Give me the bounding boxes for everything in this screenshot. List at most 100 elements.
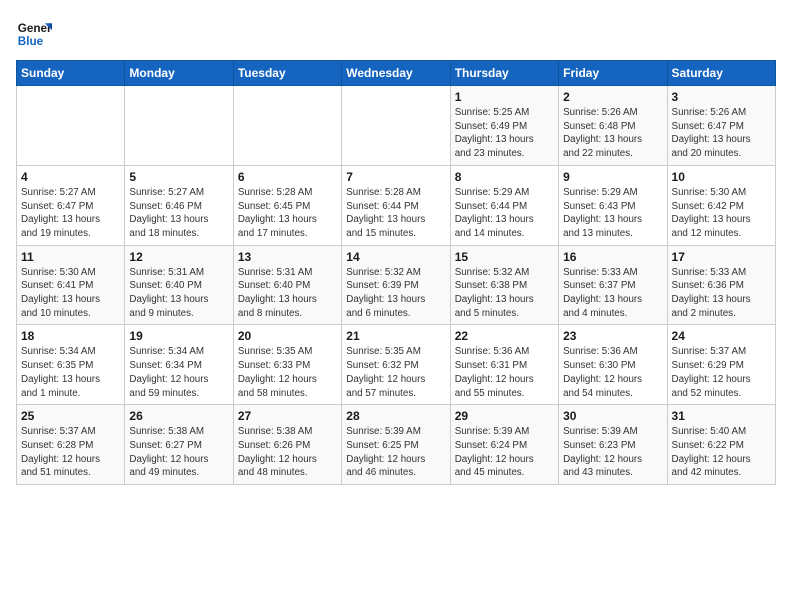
day-info: Sunrise: 5:31 AM Sunset: 6:40 PM Dayligh… [129,266,228,321]
day-cell [125,86,233,166]
weekday-header-saturday: Saturday [667,61,775,86]
day-info: Sunrise: 5:39 AM Sunset: 6:23 PM Dayligh… [563,425,662,480]
day-info: Sunrise: 5:31 AM Sunset: 6:40 PM Dayligh… [238,266,337,321]
day-number: 17 [672,250,771,264]
day-cell: 31Sunrise: 5:40 AM Sunset: 6:22 PM Dayli… [667,405,775,485]
day-number: 2 [563,90,662,104]
day-info: Sunrise: 5:35 AM Sunset: 6:32 PM Dayligh… [346,345,445,400]
weekday-header-row: SundayMondayTuesdayWednesdayThursdayFrid… [17,61,776,86]
day-number: 13 [238,250,337,264]
day-cell: 15 Sunrise: 5:32 AM Sunset: 6:38 PM Dayli… [450,245,558,325]
day-number: 8 [455,170,554,184]
day-number: 10 [672,170,771,184]
day-number: 9 [563,170,662,184]
day-info: Sunrise: 5:32 AM Sunset: 6:39 PM Dayligh… [346,266,445,321]
day-info: Sunrise: 5:35 AM Sunset: 6:33 PM Dayligh… [238,345,337,400]
weekday-header-monday: Monday [125,61,233,86]
day-cell: 14 Sunrise: 5:32 AM Sunset: 6:39 PM Dayli… [342,245,450,325]
day-info: Sunrise: 5:27 AM Sunset: 6:46 PM Dayligh… [129,186,228,241]
day-cell: 8 Sunrise: 5:29 AM Sunset: 6:44 PM Daylig… [450,165,558,245]
weekday-header-wednesday: Wednesday [342,61,450,86]
day-cell [233,86,341,166]
day-info: Sunrise: 5:29 AM Sunset: 6:44 PM Dayligh… [455,186,554,241]
day-number: 27 [238,409,337,423]
day-cell: 3 Sunrise: 5:26 AM Sunset: 6:47 PM Daylig… [667,86,775,166]
day-number: 22 [455,329,554,343]
logo-icon: General Blue [16,16,52,52]
day-cell: 16 Sunrise: 5:33 AM Sunset: 6:37 PM Dayli… [559,245,667,325]
day-number: 1 [455,90,554,104]
day-cell: 13 Sunrise: 5:31 AM Sunset: 6:40 PM Dayli… [233,245,341,325]
day-info: Sunrise: 5:30 AM Sunset: 6:41 PM Dayligh… [21,266,120,321]
day-cell: 25 Sunrise: 5:37 AM Sunset: 6:28 PM Dayli… [17,405,125,485]
week-row-3: 11Sunrise: 5:30 AM Sunset: 6:41 PM Dayli… [17,245,776,325]
day-cell [17,86,125,166]
day-cell: 22 Sunrise: 5:36 AM Sunset: 6:31 PM Dayli… [450,325,558,405]
day-cell: 17 Sunrise: 5:33 AM Sunset: 6:36 PM Dayli… [667,245,775,325]
svg-text:Blue: Blue [18,35,44,48]
day-number: 24 [672,329,771,343]
day-number: 7 [346,170,445,184]
logo: General Blue [16,16,52,52]
day-number: 28 [346,409,445,423]
day-info: Sunrise: 5:28 AM Sunset: 6:45 PM Dayligh… [238,186,337,241]
day-number: 26 [129,409,228,423]
day-number: 14 [346,250,445,264]
day-number: 12 [129,250,228,264]
day-cell: 4Sunrise: 5:27 AM Sunset: 6:47 PM Daylig… [17,165,125,245]
day-info: Sunrise: 5:33 AM Sunset: 6:37 PM Dayligh… [563,266,662,321]
day-cell: 12 Sunrise: 5:31 AM Sunset: 6:40 PM Dayli… [125,245,233,325]
day-cell: 28 Sunrise: 5:39 AM Sunset: 6:25 PM Dayli… [342,405,450,485]
day-number: 30 [563,409,662,423]
day-cell: 21 Sunrise: 5:35 AM Sunset: 6:32 PM Dayli… [342,325,450,405]
day-info: Sunrise: 5:38 AM Sunset: 6:27 PM Dayligh… [129,425,228,480]
day-number: 16 [563,250,662,264]
day-number: 3 [672,90,771,104]
day-number: 29 [455,409,554,423]
day-info: Sunrise: 5:26 AM Sunset: 6:47 PM Dayligh… [672,106,771,161]
day-cell: 27 Sunrise: 5:38 AM Sunset: 6:26 PM Dayli… [233,405,341,485]
day-number: 6 [238,170,337,184]
day-info: Sunrise: 5:33 AM Sunset: 6:36 PM Dayligh… [672,266,771,321]
day-info: Sunrise: 5:25 AM Sunset: 6:49 PM Dayligh… [455,106,554,161]
day-cell: 30 Sunrise: 5:39 AM Sunset: 6:23 PM Dayli… [559,405,667,485]
weekday-header-thursday: Thursday [450,61,558,86]
day-cell: 23 Sunrise: 5:36 AM Sunset: 6:30 PM Dayli… [559,325,667,405]
day-info: Sunrise: 5:34 AM Sunset: 6:35 PM Dayligh… [21,345,120,400]
day-info: Sunrise: 5:40 AM Sunset: 6:22 PM Dayligh… [672,425,771,480]
day-number: 5 [129,170,228,184]
day-cell [342,86,450,166]
day-cell: 20 Sunrise: 5:35 AM Sunset: 6:33 PM Dayli… [233,325,341,405]
day-info: Sunrise: 5:27 AM Sunset: 6:47 PM Dayligh… [21,186,120,241]
day-number: 23 [563,329,662,343]
day-info: Sunrise: 5:36 AM Sunset: 6:30 PM Dayligh… [563,345,662,400]
day-cell: 26 Sunrise: 5:38 AM Sunset: 6:27 PM Dayli… [125,405,233,485]
day-info: Sunrise: 5:38 AM Sunset: 6:26 PM Dayligh… [238,425,337,480]
day-number: 25 [21,409,120,423]
day-info: Sunrise: 5:26 AM Sunset: 6:48 PM Dayligh… [563,106,662,161]
day-info: Sunrise: 5:37 AM Sunset: 6:28 PM Dayligh… [21,425,120,480]
week-row-1: 1 Sunrise: 5:25 AM Sunset: 6:49 PM Daylig… [17,86,776,166]
day-cell: 5 Sunrise: 5:27 AM Sunset: 6:46 PM Daylig… [125,165,233,245]
day-info: Sunrise: 5:37 AM Sunset: 6:29 PM Dayligh… [672,345,771,400]
day-cell: 24 Sunrise: 5:37 AM Sunset: 6:29 PM Dayli… [667,325,775,405]
weekday-header-sunday: Sunday [17,61,125,86]
day-number: 19 [129,329,228,343]
weekday-header-tuesday: Tuesday [233,61,341,86]
day-cell: 11Sunrise: 5:30 AM Sunset: 6:41 PM Dayli… [17,245,125,325]
day-info: Sunrise: 5:29 AM Sunset: 6:43 PM Dayligh… [563,186,662,241]
day-info: Sunrise: 5:39 AM Sunset: 6:24 PM Dayligh… [455,425,554,480]
day-info: Sunrise: 5:36 AM Sunset: 6:31 PM Dayligh… [455,345,554,400]
day-info: Sunrise: 5:34 AM Sunset: 6:34 PM Dayligh… [129,345,228,400]
day-info: Sunrise: 5:39 AM Sunset: 6:25 PM Dayligh… [346,425,445,480]
day-number: 21 [346,329,445,343]
day-info: Sunrise: 5:28 AM Sunset: 6:44 PM Dayligh… [346,186,445,241]
week-row-2: 4Sunrise: 5:27 AM Sunset: 6:47 PM Daylig… [17,165,776,245]
weekday-header-friday: Friday [559,61,667,86]
day-number: 18 [21,329,120,343]
day-info: Sunrise: 5:32 AM Sunset: 6:38 PM Dayligh… [455,266,554,321]
week-row-4: 18 Sunrise: 5:34 AM Sunset: 6:35 PM Dayli… [17,325,776,405]
day-number: 15 [455,250,554,264]
day-cell: 19 Sunrise: 5:34 AM Sunset: 6:34 PM Dayli… [125,325,233,405]
day-number: 20 [238,329,337,343]
